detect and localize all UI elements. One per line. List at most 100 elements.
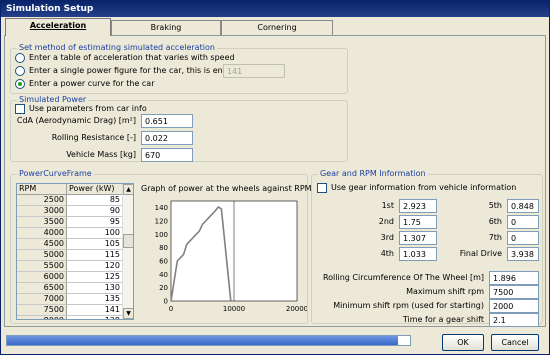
power-cell[interactable]: 141	[67, 305, 123, 316]
radio-power-curve[interactable]	[15, 79, 25, 89]
use-car-info-label: Use parameters from car info	[29, 104, 147, 113]
gear-5th-field[interactable]: 0.848	[507, 199, 539, 213]
scroll-thumb[interactable]	[123, 234, 133, 248]
rpm-cell[interactable]: 2500	[17, 195, 67, 206]
table-row[interactable]: 2500 85	[17, 195, 123, 206]
cda-label: CdA (Aerodynamic Drag) [m²]	[16, 116, 136, 125]
gear-rpm-group: Gear and RPM Information Use gear inform…	[311, 169, 543, 327]
power-cell[interactable]: 105	[67, 239, 123, 250]
table-row[interactable]: 6000 125	[17, 272, 123, 283]
tab-strip: Acceleration Braking Cornering	[1, 18, 549, 36]
tab-acceleration[interactable]: Acceleration	[5, 18, 111, 36]
power-cell[interactable]: 138	[67, 316, 123, 319]
gear-6th-field[interactable]: 0	[507, 215, 539, 229]
tab-cornering[interactable]: Cornering	[221, 20, 333, 36]
power-cell[interactable]: 120	[67, 261, 123, 272]
final-drive-label: Final Drive	[459, 249, 502, 258]
shift-time-label: Time for a gear shift	[402, 315, 484, 324]
table-row[interactable]: 4000 100	[17, 228, 123, 239]
use-gear-info-checkbox[interactable]	[317, 183, 327, 193]
table-row[interactable]: 4500 105	[17, 239, 123, 250]
final-drive-field[interactable]: 3.938	[507, 247, 539, 261]
use-gear-info-label: Use gear information from vehicle inform…	[331, 183, 517, 192]
rpm-cell[interactable]: 4000	[17, 228, 67, 239]
table-row[interactable]: 6500 130	[17, 283, 123, 294]
rolling-resistance-field[interactable]: 0.022	[141, 131, 193, 145]
vehicle-mass-label: Vehicle Mass [kg]	[66, 150, 136, 159]
y-tick-label: 20	[159, 284, 168, 292]
power-cell[interactable]: 130	[67, 283, 123, 294]
scroll-down-icon[interactable]: ▼	[123, 308, 133, 319]
acceleration-panel: Set method of estimating simulated accel…	[4, 35, 546, 327]
max-shift-field[interactable]: 7500	[489, 285, 539, 299]
scroll-up-icon[interactable]: ▲	[123, 184, 133, 195]
table-row[interactable]: 5500 120	[17, 261, 123, 272]
gear-1st-field[interactable]: 2.923	[399, 199, 437, 213]
power-cell[interactable]: 115	[67, 250, 123, 261]
power-cell[interactable]: 100	[67, 228, 123, 239]
y-tick-label: 40	[159, 271, 168, 279]
radio-accel-table[interactable]	[15, 53, 25, 63]
table-row[interactable]: 7000 135	[17, 294, 123, 305]
rpm-cell[interactable]: 7500	[17, 305, 67, 316]
y-tick-label: 60	[159, 258, 168, 266]
progress-fill	[7, 336, 398, 345]
table-scrollbar[interactable]: ▲ ▼	[122, 184, 133, 319]
min-shift-label: Minimum shift rpm (used for starting)	[333, 301, 484, 310]
rolling-circumference-field[interactable]: 1.896	[489, 271, 539, 285]
power-curve-chart: 0 20 40 60 80 100 120 140 0 10000 20000	[155, 200, 307, 313]
radio-accel-table-label: Enter a table of acceleration that varie…	[29, 53, 235, 62]
rpm-cell[interactable]: 3500	[17, 217, 67, 228]
table-row[interactable]: 3500 95	[17, 217, 123, 228]
rpm-cell[interactable]: 6000	[17, 272, 67, 283]
use-car-info-checkbox[interactable]	[15, 104, 25, 114]
rolling-circumference-label: Rolling Circumference Of The Wheel [m]	[322, 273, 484, 282]
rpm-cell[interactable]: 5000	[17, 250, 67, 261]
table-row[interactable]: 5000 115	[17, 250, 123, 261]
rpm-column-header: RPM	[17, 184, 67, 195]
method-group-title: Set method of estimating simulated accel…	[17, 43, 217, 52]
vehicle-mass-field[interactable]: 670	[141, 148, 193, 162]
power-cell[interactable]: 125	[67, 272, 123, 283]
radio-power-curve-label: Enter a power curve for the car	[29, 79, 155, 88]
shift-time-field[interactable]: 2.1	[489, 313, 539, 327]
graph-title: Graph of power at the wheels against RPM	[141, 184, 312, 193]
rpm-cell[interactable]: 8000	[17, 316, 67, 319]
power-cell[interactable]: 85	[67, 195, 123, 206]
gear-5th-label: 5th	[488, 201, 502, 210]
rpm-cell[interactable]: 4500	[17, 239, 67, 250]
gear-3rd-label: 3rd	[380, 233, 394, 242]
y-tick-label: 120	[155, 218, 168, 226]
min-shift-field[interactable]: 2000	[489, 299, 539, 313]
gear-3rd-field[interactable]: 1.307	[399, 231, 437, 245]
power-cell[interactable]: 90	[67, 206, 123, 217]
rpm-cell[interactable]: 5500	[17, 261, 67, 272]
simulated-power-title: Simulated Power	[17, 95, 89, 104]
gear-2nd-field[interactable]: 1.75	[399, 215, 437, 229]
cda-field[interactable]: 0.651	[141, 114, 193, 128]
cancel-button[interactable]: Cancel	[491, 334, 539, 351]
power-column-header: Power (kW)	[67, 184, 123, 195]
table-row[interactable]: 7500 141	[17, 305, 123, 316]
gear-7th-field[interactable]: 0	[507, 231, 539, 245]
power-cell[interactable]: 95	[67, 217, 123, 228]
tab-braking[interactable]: Braking	[111, 20, 221, 36]
y-tick-label: 80	[159, 244, 168, 252]
table-row[interactable]: 8000138	[17, 316, 123, 319]
gear-4th-field[interactable]: 1.033	[399, 247, 437, 261]
window-title: Simulation Setup	[1, 1, 549, 17]
max-shift-label: Maximum shift rpm	[406, 287, 484, 296]
rpm-cell[interactable]: 3000	[17, 206, 67, 217]
y-tick-label: 100	[155, 231, 168, 239]
table-row[interactable]: 3000 90	[17, 206, 123, 217]
radio-single-power[interactable]	[15, 66, 25, 76]
power-curve-frame: PowerCurveFrame RPM Power (kW) 2500 85 300…	[10, 169, 312, 324]
gear-2nd-label: 2nd	[378, 217, 394, 226]
rpm-cell[interactable]: 6500	[17, 283, 67, 294]
power-kw-field[interactable]: 141	[223, 64, 285, 78]
power-curve-table[interactable]: RPM Power (kW) 2500 85 3000 90 3500 95 4000 100…	[16, 183, 134, 320]
simulation-setup-window: Simulation Setup Acceleration Braking Co…	[0, 0, 550, 355]
power-cell[interactable]: 135	[67, 294, 123, 305]
rpm-cell[interactable]: 7000	[17, 294, 67, 305]
ok-button[interactable]: OK	[442, 334, 484, 351]
